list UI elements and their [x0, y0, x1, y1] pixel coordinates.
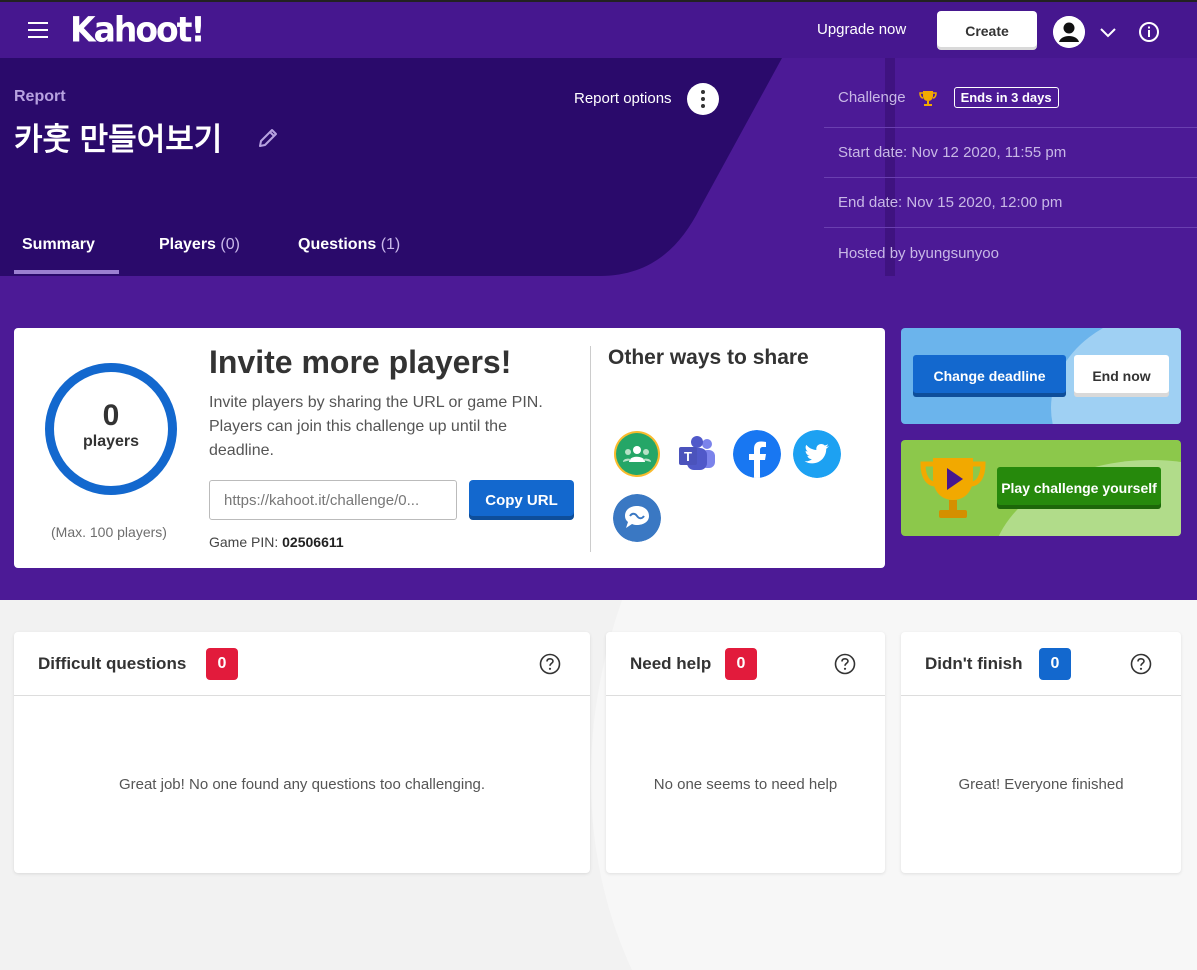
- tab-players[interactable]: Players (0): [159, 236, 240, 254]
- need-help-card: Need help 0 No one seems to need help: [606, 632, 885, 873]
- challenge-label: Challenge: [838, 89, 906, 106]
- end-date: End date: Nov 15 2020, 12:00 pm: [824, 178, 1197, 228]
- card-title: Difficult questions: [38, 654, 187, 673]
- change-deadline-button[interactable]: Change deadline: [913, 355, 1066, 397]
- ends-badge: Ends in 3 days: [953, 87, 1059, 108]
- tab-label: Players: [159, 236, 216, 253]
- deadline-card: Change deadline End now: [901, 328, 1181, 424]
- challenge-info: Challenge Ends in 3 days Start date: Nov…: [824, 58, 1197, 276]
- card-message: Great! Everyone finished: [958, 776, 1124, 793]
- tab-questions[interactable]: Questions (1): [298, 236, 400, 254]
- invite-title: Invite more players!: [209, 344, 512, 380]
- info-icon[interactable]: [1138, 21, 1160, 43]
- trophy-icon: [918, 90, 937, 106]
- card-header: Difficult questions 0: [14, 632, 590, 696]
- facebook-icon[interactable]: [733, 430, 781, 478]
- more-options-button[interactable]: [687, 83, 719, 115]
- card-message: Great job! No one found any questions to…: [118, 776, 486, 793]
- help-icon[interactable]: [539, 653, 561, 675]
- player-count-ring: 0 players: [45, 363, 177, 495]
- didnt-finish-card: Didn't finish 0 Great! Everyone finished: [901, 632, 1181, 873]
- invite-card: 0 players (Max. 100 players) Invite more…: [14, 328, 885, 568]
- trophy-play-icon: [920, 458, 986, 518]
- pencil-icon[interactable]: [256, 126, 280, 150]
- start-date: Start date: Nov 12 2020, 11:55 pm: [824, 128, 1197, 178]
- help-icon[interactable]: [1130, 653, 1152, 675]
- avatar[interactable]: [1053, 16, 1085, 48]
- tab-label: Summary: [22, 236, 95, 253]
- svg-text:T: T: [684, 449, 692, 464]
- play-challenge-card: Play challenge yourself: [901, 440, 1181, 536]
- microsoft-teams-icon[interactable]: T: [673, 430, 721, 478]
- kahoot-logo[interactable]: Kahoot!: [70, 9, 206, 50]
- count-badge: 0: [206, 648, 238, 680]
- card-message: No one seems to need help: [653, 776, 838, 793]
- game-pin: Game PIN: 02506611: [209, 534, 344, 550]
- dot-icon: [701, 104, 705, 108]
- tab-count: (0): [220, 236, 240, 253]
- page-title: 카훗 만들어보기: [14, 122, 223, 157]
- challenge-url-input[interactable]: [209, 480, 457, 520]
- challenge-row: Challenge Ends in 3 days: [824, 58, 1197, 128]
- card-title: Need help: [630, 654, 712, 673]
- dot-icon: [701, 90, 705, 94]
- active-tab-indicator: [14, 270, 119, 274]
- report-options-label[interactable]: Report options: [574, 90, 672, 107]
- user-icon: [1053, 16, 1085, 48]
- hosted-by: Hosted by byungsunyoo: [838, 244, 999, 262]
- card-divider: [590, 346, 591, 552]
- count-badge: 0: [725, 648, 757, 680]
- max-players: (Max. 100 players): [51, 524, 167, 540]
- player-count-label: players: [82, 433, 140, 450]
- game-pin-value: 02506611: [282, 534, 344, 550]
- remind-icon[interactable]: [613, 494, 661, 542]
- dot-icon: [701, 97, 705, 101]
- tab-summary[interactable]: Summary: [22, 236, 95, 254]
- report-label: Report: [14, 88, 66, 105]
- card-header: Need help 0: [606, 632, 885, 696]
- invite-description: Invite players by sharing the URL or gam…: [209, 394, 543, 459]
- help-icon[interactable]: [834, 653, 856, 675]
- menu-icon[interactable]: [28, 22, 48, 38]
- report-header: Report 카훗 만들어보기 Report options Summary P…: [0, 58, 1197, 276]
- tab-label: Questions: [298, 236, 377, 253]
- card-title: Didn't finish: [925, 654, 1023, 673]
- card-header: Didn't finish 0: [901, 632, 1181, 696]
- tab-count: (1): [380, 236, 401, 253]
- play-challenge-button[interactable]: Play challenge yourself: [997, 467, 1161, 509]
- game-pin-label: Game PIN:: [209, 534, 279, 550]
- copy-url-button[interactable]: Copy URL: [469, 480, 574, 520]
- create-button[interactable]: Create: [937, 11, 1037, 50]
- end-now-button[interactable]: End now: [1074, 355, 1169, 397]
- player-count: 0: [102, 399, 120, 432]
- twitter-icon[interactable]: [793, 430, 841, 478]
- google-classroom-icon[interactable]: [613, 430, 661, 478]
- difficult-questions-card: Difficult questions 0 Great job! No one …: [14, 632, 590, 873]
- upgrade-link[interactable]: Upgrade now: [817, 21, 906, 38]
- count-badge: 0: [1039, 648, 1071, 680]
- top-bar: Kahoot! Upgrade now Create: [0, 0, 1197, 58]
- other-share-title: Other ways to share: [608, 346, 809, 369]
- chevron-down-icon[interactable]: [1098, 22, 1118, 42]
